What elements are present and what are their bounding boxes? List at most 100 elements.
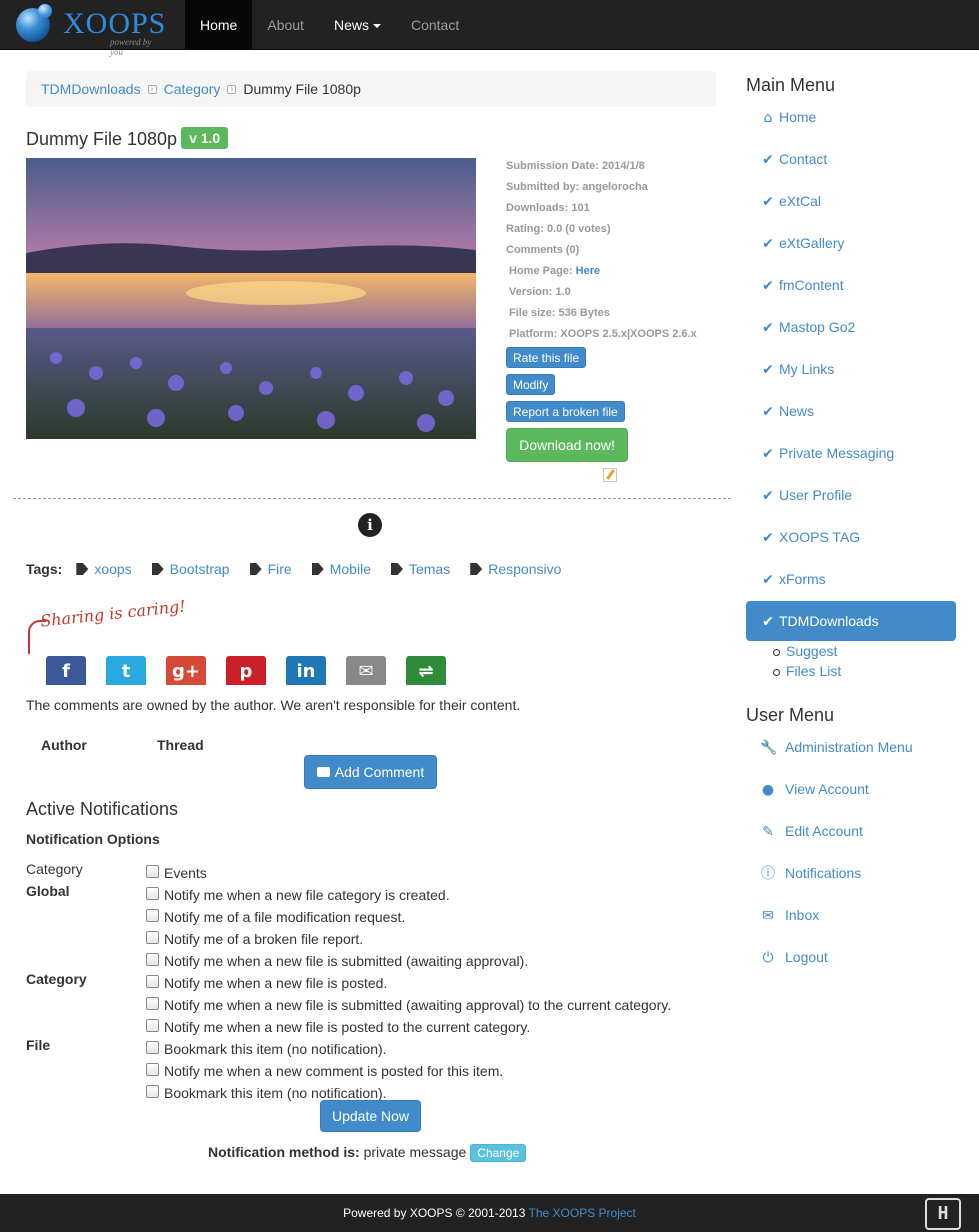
check-icon: ✔ xyxy=(762,320,774,336)
user-menu-item-edit-account[interactable]: ✎ Edit Account xyxy=(760,821,863,841)
file-details: Submission Date: 2014/1/8 Submitted by: … xyxy=(506,158,697,347)
tag-link[interactable]: Mobile xyxy=(311,561,371,577)
sidebar-item-label: eXtCal xyxy=(779,193,822,209)
tag-text: Fire xyxy=(267,561,292,577)
comment-icon xyxy=(316,767,330,777)
envelope-icon: ✉ xyxy=(762,908,774,924)
notification-option[interactable]: Notify me of a file modification request… xyxy=(146,907,405,927)
info-icon[interactable]: i xyxy=(358,513,382,537)
notification-checkbox[interactable] xyxy=(146,974,159,988)
notification-option[interactable]: Notify me when a new file is submitted (… xyxy=(146,995,671,1015)
add-comment-button[interactable]: Add Comment xyxy=(304,755,437,789)
notification-option-label: Bookmark this item (no notification). xyxy=(164,1085,387,1101)
share-sharethis-button[interactable]: ⇌ xyxy=(406,656,446,685)
sidebar-item-extcal[interactable]: ✔ eXtCal xyxy=(746,181,956,221)
sidebar-item-home[interactable]: ⌂ Home xyxy=(746,97,956,137)
notification-checkbox[interactable] xyxy=(146,1084,159,1098)
tag-link[interactable]: Bootstrap xyxy=(151,561,230,577)
check-icon: ✔ xyxy=(762,194,774,210)
change-method-button[interactable]: Change xyxy=(470,1144,527,1162)
googleplus-icon: g+ xyxy=(172,661,200,682)
notification-option-label: Events xyxy=(164,865,207,881)
check-icon: ✔ xyxy=(762,530,774,546)
user-menu-item-logout[interactable]: ⏻ Logout xyxy=(760,947,827,967)
submenu-files-list[interactable]: Files List xyxy=(786,663,841,679)
notification-option[interactable]: Notify me when a new file category is cr… xyxy=(146,885,450,905)
notification-checkbox[interactable] xyxy=(146,930,159,944)
notification-checkbox[interactable] xyxy=(146,886,159,900)
tag-link[interactable]: Temas xyxy=(390,561,450,577)
sidebar-item-xoops-tag[interactable]: ✔ XOOPS TAG xyxy=(746,517,956,557)
sidebar-item-label: Home xyxy=(779,109,817,125)
rate-file-button[interactable]: Rate this file xyxy=(506,347,587,368)
breadcrumb-root[interactable]: TDMDownloads xyxy=(41,81,141,97)
logo-wordmark: XOOPS xyxy=(63,7,167,40)
share-twitter-button[interactable]: t xyxy=(106,656,146,685)
sidebar-item-xforms[interactable]: ✔ xForms xyxy=(746,559,956,599)
footer-logo-icon[interactable]: H xyxy=(925,1198,961,1230)
notification-checkbox[interactable] xyxy=(146,1040,159,1054)
notification-checkbox[interactable] xyxy=(146,1062,159,1076)
notification-checkbox[interactable] xyxy=(146,996,159,1010)
notification-checkbox[interactable] xyxy=(146,952,159,966)
share-googleplus-button[interactable]: g+ xyxy=(166,656,206,685)
notification-option[interactable]: Events xyxy=(146,863,207,883)
tag-link[interactable]: Responsivo xyxy=(470,561,561,577)
user-menu-item-administration-menu[interactable]: 🔧 Administration Menu xyxy=(760,737,913,757)
update-now-button[interactable]: Update Now xyxy=(320,1100,421,1132)
share-email-button[interactable]: ✉ xyxy=(346,656,386,685)
nav-about[interactable]: About xyxy=(252,0,319,50)
file-screenshot-image[interactable] xyxy=(26,158,476,439)
user-menu-item-inbox[interactable]: ✉ Inbox xyxy=(760,905,819,925)
submenu-files-list-row: Files List xyxy=(772,663,841,679)
notification-option[interactable]: Notify me of a broken file report. xyxy=(146,929,363,949)
sidebar-item-contact[interactable]: ✔ Contact xyxy=(746,139,956,179)
notification-checkbox[interactable] xyxy=(146,864,159,878)
xoops-logo[interactable]: XOOPS powered by you xyxy=(14,4,167,57)
notification-option[interactable]: Notify me when a new comment is posted f… xyxy=(146,1061,503,1081)
tag-link[interactable]: xoops xyxy=(76,561,132,577)
breadcrumb-category[interactable]: Category xyxy=(164,81,221,97)
notification-option[interactable]: Notify me when a new file is posted to t… xyxy=(146,1017,530,1037)
share-linkedin-button[interactable]: in xyxy=(286,656,326,685)
footer-link[interactable]: The XOOPS Project xyxy=(529,1206,636,1220)
twitter-icon: t xyxy=(121,661,131,682)
user-menu-item-view-account[interactable]: ● View Account xyxy=(760,779,869,799)
nav-contact[interactable]: Contact xyxy=(396,0,474,50)
sidebar-item-user-profile[interactable]: ✔ User Profile xyxy=(746,475,956,515)
nav-home[interactable]: Home xyxy=(185,0,253,50)
tags-row: Tags: xoops Bootstrap Fire Mobile Temas … xyxy=(26,561,581,577)
notification-option[interactable]: Notify me when a new file is posted. xyxy=(146,973,387,993)
homepage-link[interactable]: Here xyxy=(576,265,600,277)
notification-checkbox[interactable] xyxy=(146,908,159,922)
sidebar-item-label: User Profile xyxy=(779,487,853,503)
report-broken-button[interactable]: Report a broken file xyxy=(506,401,625,422)
sidebar-item-my-links[interactable]: ✔ My Links xyxy=(746,349,956,389)
sidebar-item-news[interactable]: ✔ News xyxy=(746,391,956,431)
main-menu-heading: Main Menu xyxy=(746,75,836,95)
sidebar-item-fmcontent[interactable]: ✔ fmContent xyxy=(746,265,956,305)
edit-pencil-icon[interactable] xyxy=(603,468,617,482)
notification-option-label: Notify me when a new file is posted to t… xyxy=(164,1019,531,1035)
notification-checkbox[interactable] xyxy=(146,1018,159,1032)
sidebar-item-mastop-go2[interactable]: ✔ Mastop Go2 xyxy=(746,307,956,347)
nav-news-dropdown[interactable]: News xyxy=(319,0,396,50)
tag-link[interactable]: Fire xyxy=(249,561,292,577)
notifications-heading: Active Notifications xyxy=(26,799,179,819)
submenu-suggest[interactable]: Suggest xyxy=(786,643,837,659)
notification-option[interactable]: Bookmark this item (no notification). xyxy=(146,1039,387,1059)
sidebar-item-tdmdownloads[interactable]: ✔ TDMDownloads xyxy=(746,601,956,641)
facebook-icon: f xyxy=(62,661,70,682)
share-pinterest-button[interactable]: p xyxy=(226,656,266,685)
sidebar-item-label: eXtGallery xyxy=(779,235,845,251)
share-facebook-button[interactable]: f xyxy=(46,656,86,685)
check-icon: ✔ xyxy=(762,446,774,462)
notification-option[interactable]: Notify me when a new file is submitted (… xyxy=(146,951,528,971)
download-button[interactable]: Download now! xyxy=(506,428,628,462)
sidebar-item-private-messaging[interactable]: ✔ Private Messaging xyxy=(746,433,956,473)
modify-button[interactable]: Modify xyxy=(506,374,556,395)
check-icon: ✔ xyxy=(762,572,774,588)
breadcrumb: TDMDownloads › Category › Dummy File 1080p xyxy=(26,71,716,107)
sidebar-item-extgallery[interactable]: ✔ eXtGallery xyxy=(746,223,956,263)
user-menu-item-notifications[interactable]: ⓘ Notifications xyxy=(760,863,861,883)
